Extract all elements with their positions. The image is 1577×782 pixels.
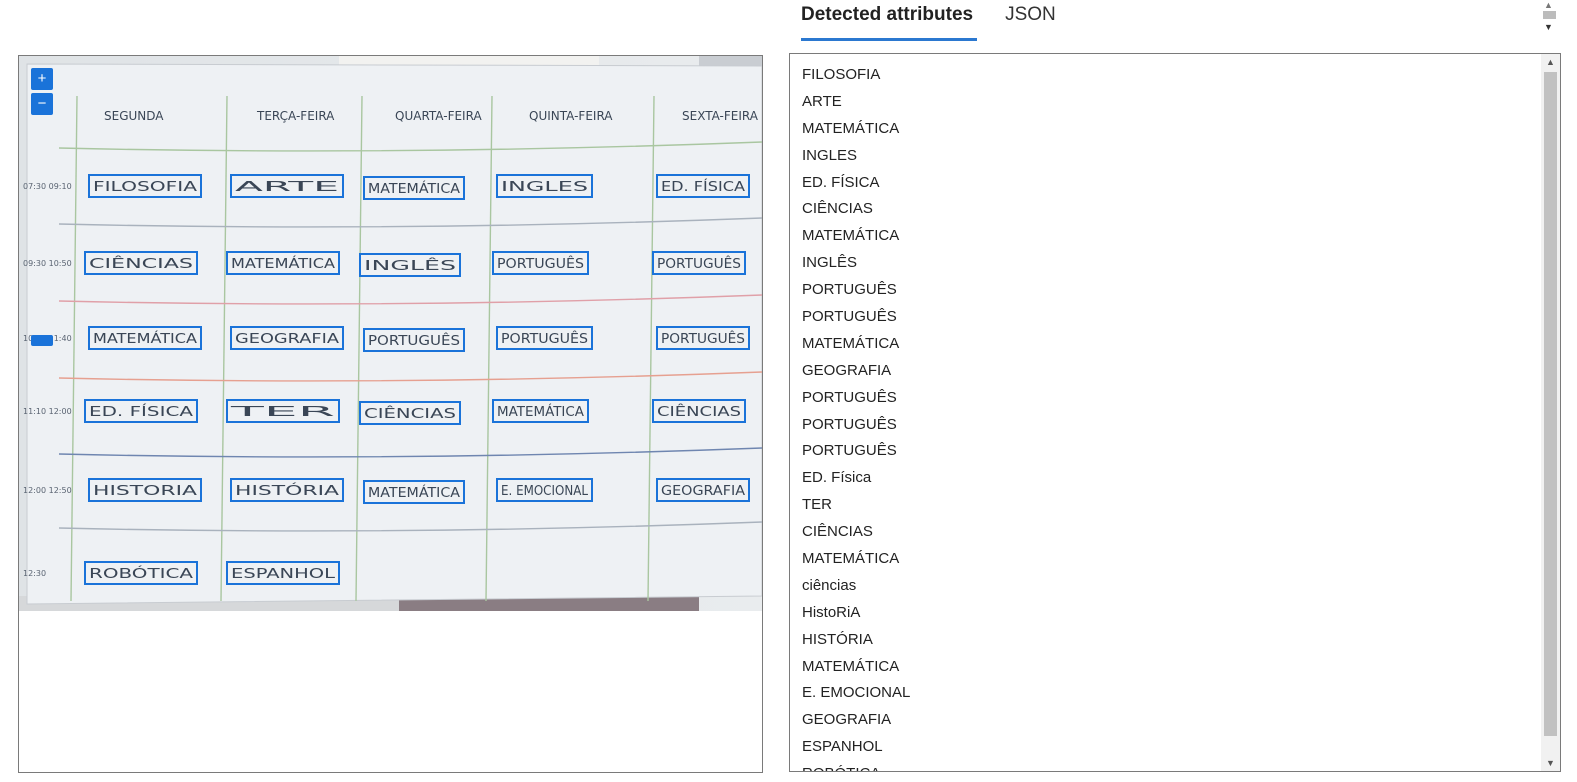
- attribute-item[interactable]: CIÊNCIAS: [802, 521, 1560, 548]
- subject-label: ESPANHOL: [231, 567, 336, 582]
- subject-label: HISTORIA: [93, 484, 197, 499]
- subject-label: MATEMÁTICA: [231, 256, 335, 272]
- attribute-item[interactable]: ESPANHOL: [802, 736, 1560, 763]
- attribute-item[interactable]: MATEMÁTICA: [802, 225, 1560, 252]
- subject-label: MATEMÁTICA: [497, 404, 584, 420]
- time-label: 12:30: [23, 569, 46, 578]
- subject-label: GEOGRAFIA: [235, 332, 339, 347]
- subject-label: ARTE: [235, 180, 339, 195]
- list-scrollbar[interactable]: ▲ ▼: [1541, 54, 1560, 771]
- day-header: SEXTA-FEIRA: [682, 109, 759, 123]
- scroll-down-icon[interactable]: ▼: [1546, 758, 1555, 768]
- attribute-item[interactable]: HISTÓRIA: [802, 629, 1560, 656]
- zoom-out-button[interactable]: −: [31, 93, 53, 115]
- attribute-item[interactable]: ED. Física: [802, 467, 1560, 494]
- tab-detected-attributes[interactable]: Detected attributes: [801, 0, 978, 41]
- attribute-item[interactable]: MATEMÁTICA: [802, 333, 1560, 360]
- image-viewer[interactable]: SEGUNDA TERÇA-FEIRA QUARTA-FEIRA QUINTA-FEI…: [18, 55, 763, 773]
- subject-label: INGLES: [501, 180, 588, 195]
- subject-label: CIÊNCIAS: [89, 256, 193, 272]
- attribute-item[interactable]: HistoRiA: [802, 602, 1560, 629]
- subject-label: HISTÓRIA: [235, 483, 339, 499]
- subject-label: TER: [227, 405, 335, 420]
- scroll-down-icon[interactable]: ▼: [1544, 22, 1553, 32]
- attribute-item[interactable]: MATEMÁTICA: [802, 656, 1560, 683]
- time-label: 12:00 12:50: [23, 486, 72, 495]
- attribute-item[interactable]: CIÊNCIAS: [802, 198, 1560, 225]
- subject-label: CIÊNCIAS: [657, 404, 741, 420]
- day-header: QUARTA-FEIRA: [395, 109, 482, 123]
- subject-label: ED. FÍSICA: [661, 179, 745, 195]
- attribute-item[interactable]: E. EMOCIONAL: [802, 682, 1560, 709]
- attribute-item[interactable]: PORTUGUÊS: [802, 279, 1560, 306]
- attribute-item[interactable]: MATEMÁTICA: [802, 548, 1560, 575]
- time-label: 07:30 09:10: [23, 182, 72, 191]
- subject-label: PORTUGUÊS: [368, 333, 460, 349]
- whiteboard-canvas: SEGUNDA TERÇA-FEIRA QUARTA-FEIRA QUINTA-FEI…: [19, 56, 762, 611]
- attribute-item[interactable]: ARTE: [802, 91, 1560, 118]
- attribute-item[interactable]: PORTUGUÊS: [802, 387, 1560, 414]
- subject-label: ED. FÍSICA: [89, 404, 193, 420]
- attribute-item[interactable]: ED. FÍSICA: [802, 172, 1560, 199]
- attributes-list: FILOSOFIA ARTE MATEMÁTICA INGLES ED. FÍSICA C…: [790, 54, 1560, 771]
- scroll-thumb[interactable]: [1543, 11, 1556, 19]
- time-label: 09:30 10:50: [23, 259, 72, 268]
- subject-label: PORTUGUÊS: [501, 331, 588, 347]
- subject-label: PORTUGUÊS: [497, 256, 584, 272]
- subject-label: INGLÊS: [364, 258, 456, 274]
- subject-label: PORTUGUÊS: [657, 256, 741, 272]
- attribute-item[interactable]: PORTUGUÊS: [802, 306, 1560, 333]
- scroll-up-icon[interactable]: ▲: [1544, 0, 1553, 10]
- tab-json[interactable]: JSON: [1005, 0, 1056, 38]
- subject-label: MATEMÁTICA: [368, 485, 460, 501]
- attribute-item[interactable]: PORTUGUÊS: [802, 440, 1560, 467]
- day-header: QUINTA-FEIRA: [529, 109, 613, 123]
- subject-label: PORTUGUÊS: [661, 331, 745, 347]
- attribute-item[interactable]: GEOGRAFIA: [802, 709, 1560, 736]
- zoom-in-button[interactable]: +: [31, 68, 53, 90]
- subject-label: MATEMÁTICA: [368, 181, 460, 197]
- attribute-item[interactable]: ciências: [802, 575, 1560, 602]
- subject-label: GEOGRAFIA: [661, 484, 745, 499]
- attribute-item[interactable]: GEOGRAFIA: [802, 360, 1560, 387]
- attribute-item[interactable]: FILOSOFIA: [802, 64, 1560, 91]
- day-header: TERÇA-FEIRA: [256, 109, 335, 123]
- list-scroll-thumb[interactable]: [1544, 72, 1557, 736]
- pan-handle[interactable]: [31, 335, 53, 346]
- attribute-item[interactable]: MATEMÁTICA: [802, 118, 1560, 145]
- subject-label: E. EMOCIONAL: [501, 484, 589, 499]
- tab-bar: Detected attributes JSON: [801, 0, 1056, 41]
- subject-label: CIÊNCIAS: [364, 406, 456, 422]
- attribute-item[interactable]: ROBÓTICA: [802, 763, 1560, 771]
- whiteboard-photo: SEGUNDA TERÇA-FEIRA QUARTA-FEIRA QUINTA-FEI…: [19, 56, 762, 611]
- attribute-item[interactable]: INGLÊS: [802, 252, 1560, 279]
- attributes-panel[interactable]: FILOSOFIA ARTE MATEMÁTICA INGLES ED. FÍSICA C…: [789, 53, 1561, 772]
- time-label: 11:10 12:00: [23, 407, 72, 416]
- subject-label: FILOSOFIA: [93, 180, 197, 195]
- day-header: SEGUNDA: [104, 109, 164, 123]
- attribute-item[interactable]: PORTUGUÊS: [802, 414, 1560, 441]
- attribute-item[interactable]: TER: [802, 494, 1560, 521]
- scroll-up-icon[interactable]: ▲: [1546, 57, 1555, 67]
- subject-label: MATEMÁTICA: [93, 331, 197, 347]
- page-scrollbar[interactable]: ▲ ▼: [1541, 0, 1558, 40]
- subject-label: ROBÓTICA: [89, 566, 193, 582]
- attribute-item[interactable]: INGLES: [802, 145, 1560, 172]
